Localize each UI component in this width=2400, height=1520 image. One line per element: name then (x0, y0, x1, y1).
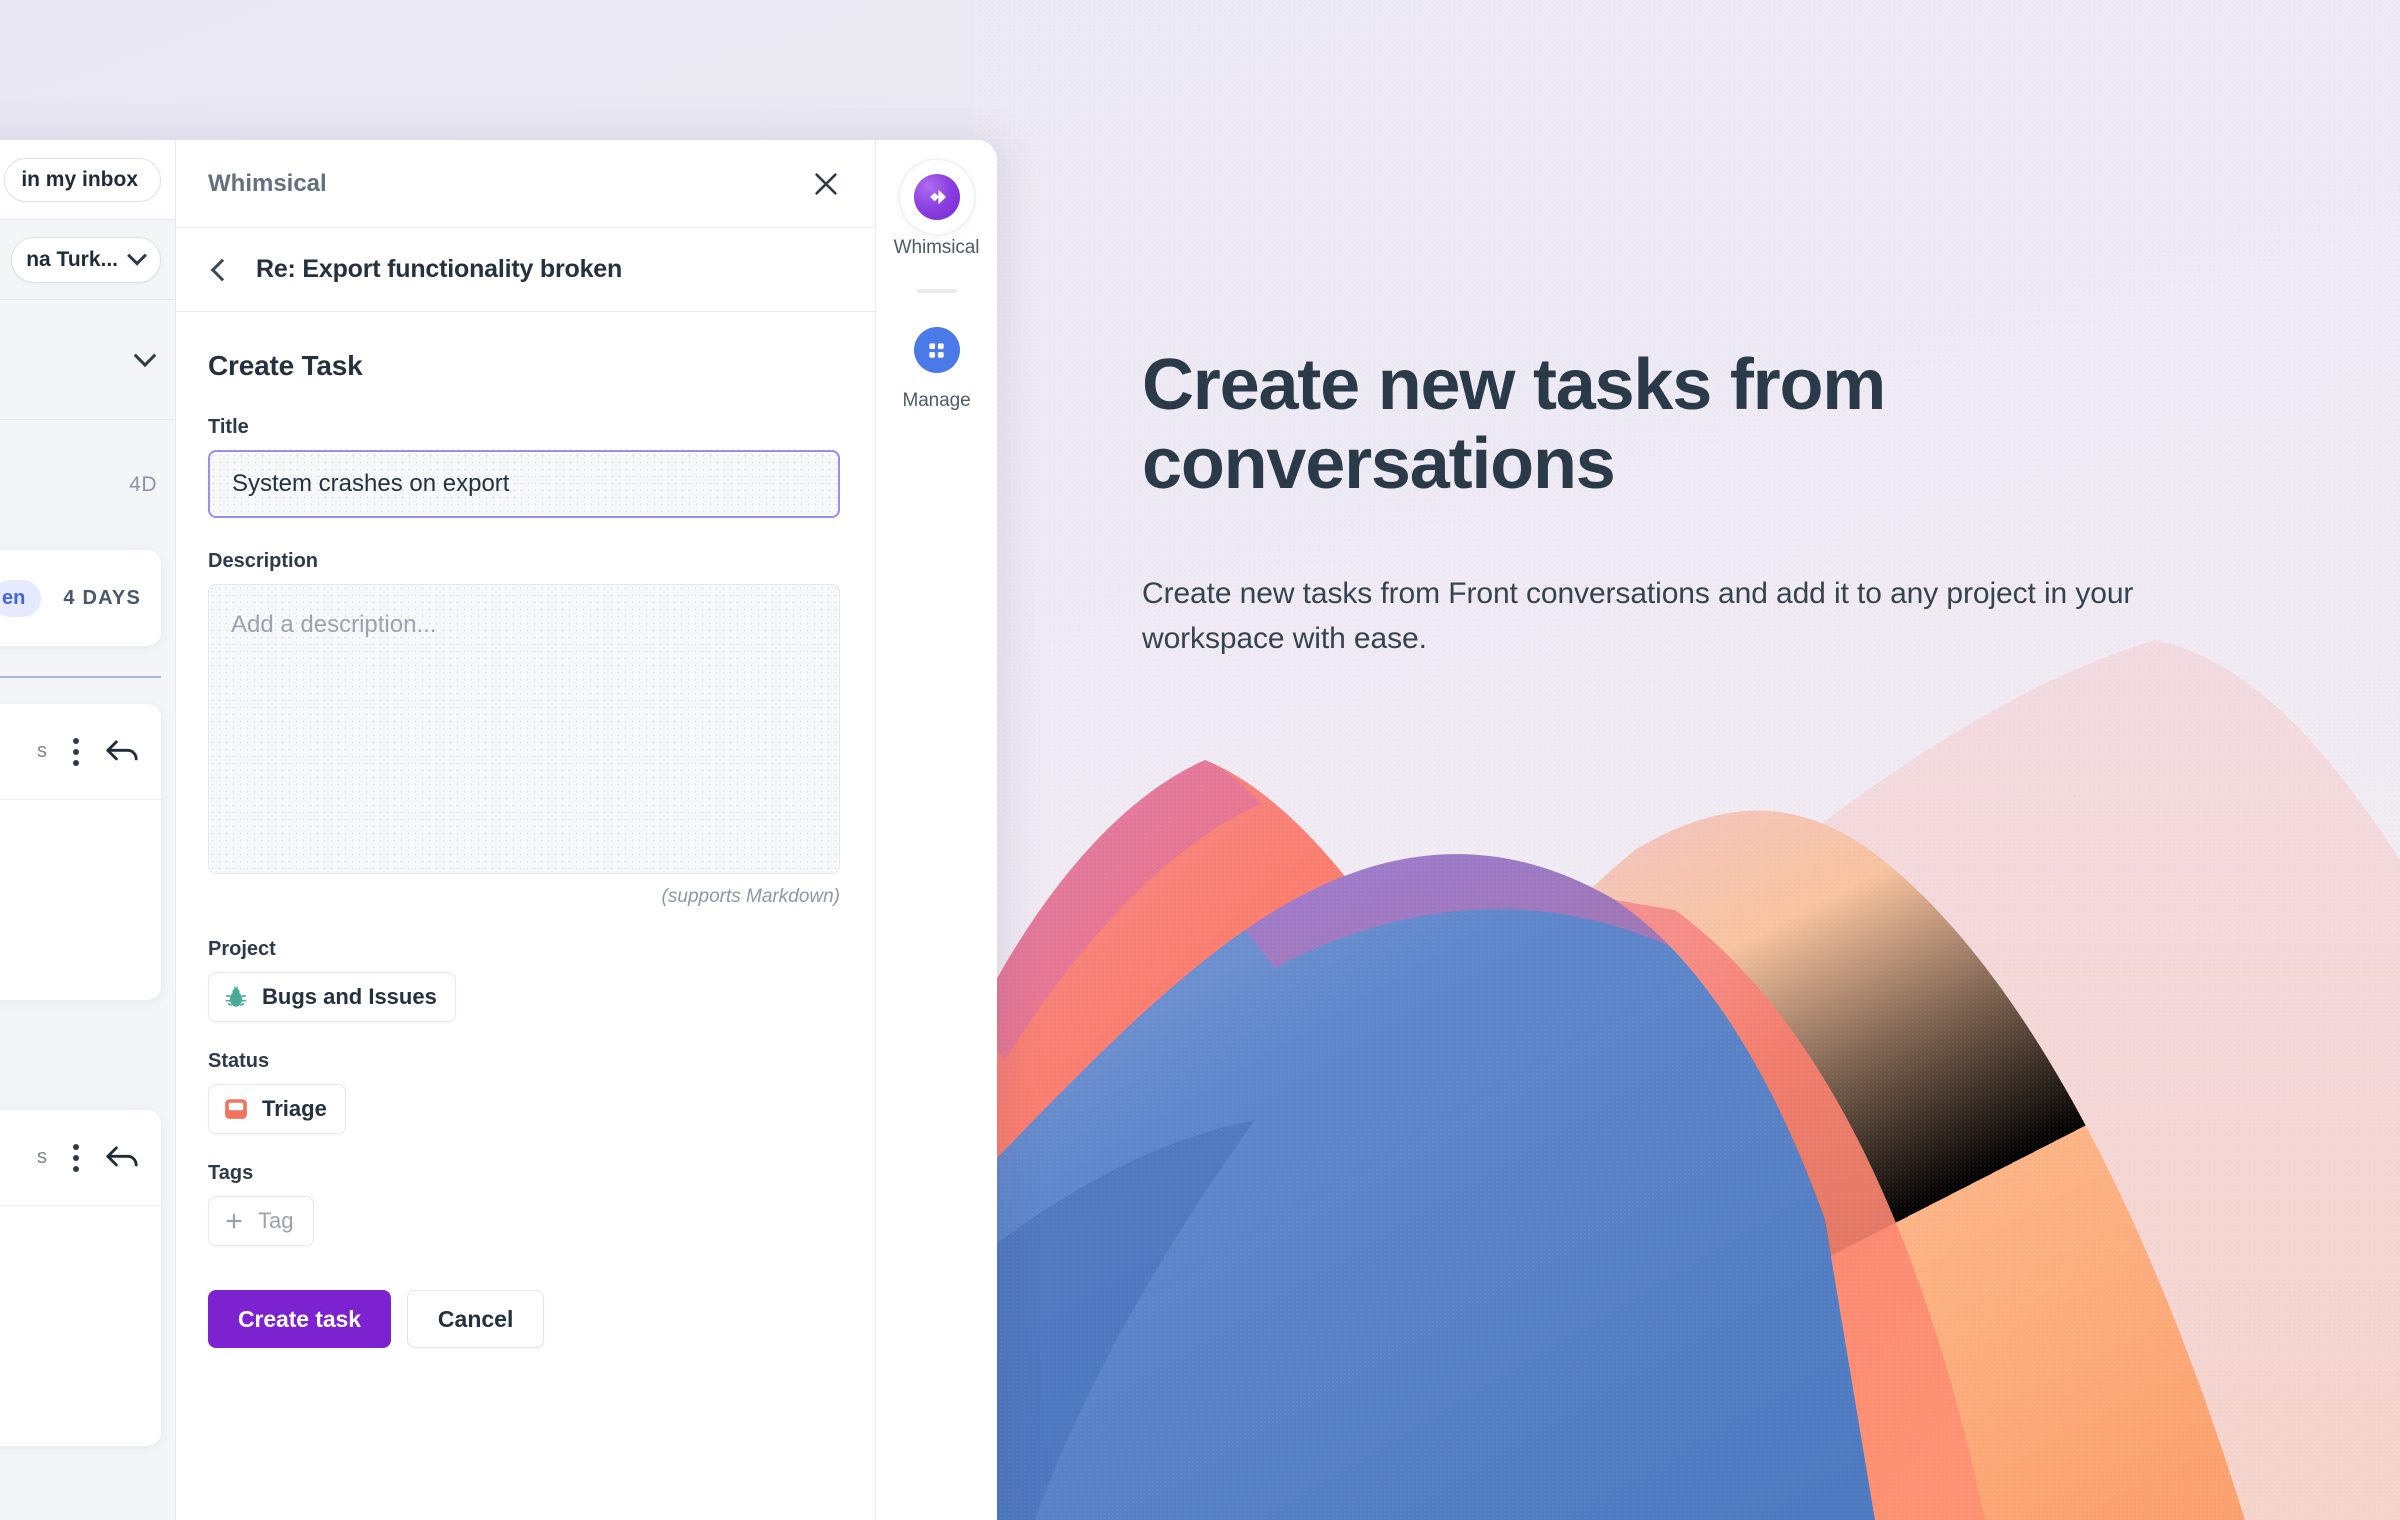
whimsical-plugin-panel: Whimsical Re: Export functionality broke… (175, 140, 875, 1520)
description-placeholder: Add a description... (231, 611, 437, 638)
front-subbar: na Turk... (0, 220, 175, 300)
plugin-app-name: Whimsical (208, 169, 327, 197)
plugin-app-rail: Whimsical Manage (875, 140, 997, 1520)
message-card-header: s (0, 704, 161, 800)
whimsical-diamond-icon (913, 174, 960, 220)
assignee-dropdown-label: na Turk... (26, 247, 118, 271)
markdown-hint: (supports Markdown) (661, 886, 840, 907)
grid-apps-icon (913, 327, 960, 373)
status-value: Triage (262, 1096, 327, 1121)
title-input[interactable]: System crashes on export (208, 450, 840, 518)
relative-time-label: 4D (129, 473, 157, 496)
plugin-subheader: Re: Export functionality broken (176, 228, 875, 312)
status-field-label: Status (208, 1050, 270, 1072)
cancel-button[interactable]: Cancel (406, 1290, 545, 1348)
unread-divider (0, 676, 161, 678)
conversation-subject: Re: Export functionality broken (256, 255, 623, 283)
kebab-menu-icon[interactable] (73, 737, 79, 766)
add-tag-button[interactable]: Tag (208, 1196, 315, 1246)
app-window: in my inbox na Turk... 4D en 4 DAYS s s … (0, 140, 997, 1520)
message-card-header: s (0, 1110, 161, 1206)
message-meta-label: s (37, 1146, 47, 1168)
page-title: Create new tasks from conversations (1142, 345, 1886, 505)
whimsical-icon-wrap (905, 166, 968, 228)
thread-age-row: 4D (0, 420, 175, 550)
plus-icon (223, 1210, 245, 1232)
description-input[interactable]: Add a description... (208, 584, 840, 874)
form-actions: Create task Cancel (208, 1290, 843, 1388)
title-input-value: System crashes on export (232, 470, 510, 497)
add-tag-label: Tag (258, 1208, 294, 1233)
close-icon[interactable] (803, 161, 849, 207)
tags-field-label: Tags (208, 1162, 254, 1184)
message-card[interactable]: s (0, 1110, 161, 1446)
chevron-left-icon[interactable] (208, 256, 236, 284)
hero-text-block: Create new tasks from conversations Crea… (1142, 345, 2182, 661)
project-value: Bugs and Issues (262, 984, 437, 1009)
thread-collapse-row[interactable] (0, 300, 175, 420)
assignee-dropdown[interactable]: na Turk... (11, 236, 161, 283)
inbox-tray-icon (223, 1096, 249, 1122)
title-field-label: Title (208, 416, 249, 438)
description-field-label: Description (208, 550, 319, 572)
create-task-form: Create Task Title System crashes on expo… (176, 312, 875, 1520)
status-selector[interactable]: Triage (208, 1084, 346, 1134)
project-field-group: Project Bugs and Issues (208, 938, 843, 1022)
chevron-down-icon (133, 343, 157, 367)
status-field-group: Status Triage (208, 1050, 843, 1134)
bug-icon (223, 984, 249, 1010)
reply-arrow-icon[interactable] (105, 739, 139, 765)
hero-background-artwork (975, 0, 2400, 1520)
reply-arrow-icon[interactable] (105, 1145, 139, 1171)
message-card[interactable]: s (0, 704, 161, 1000)
rail-item-label: Manage (902, 390, 971, 411)
inbox-filter-pill[interactable]: in my inbox (4, 157, 161, 202)
rail-divider (916, 289, 957, 293)
message-meta-label: s (37, 740, 47, 762)
chevron-down-icon (127, 245, 147, 266)
message-card-body (0, 1206, 161, 1446)
manage-icon-wrap (906, 319, 968, 381)
project-field-label: Project (208, 938, 276, 960)
plugin-titlebar: Whimsical (176, 140, 875, 228)
inbox-filter-label: in my inbox (21, 167, 138, 191)
tags-field-group: Tags Tag (208, 1162, 843, 1246)
message-card-body (0, 800, 161, 1000)
page-subtitle: Create new tasks from Front conversation… (1142, 577, 2134, 655)
status-badge: en (0, 579, 42, 617)
rail-item-manage[interactable]: Manage (876, 319, 997, 412)
create-task-button[interactable]: Create task (208, 1290, 391, 1348)
front-topbar: in my inbox (0, 140, 175, 220)
project-selector[interactable]: Bugs and Issues (208, 972, 456, 1022)
form-heading: Create Task (208, 350, 363, 381)
conversation-age-label: 4 DAYS (63, 586, 141, 609)
kebab-menu-icon[interactable] (73, 1143, 79, 1172)
conversation-card[interactable]: en 4 DAYS (0, 550, 161, 646)
rail-item-whimsical[interactable]: Whimsical (876, 166, 997, 259)
front-inbox-column: in my inbox na Turk... 4D en 4 DAYS s s (0, 140, 175, 1520)
rail-item-label: Whimsical (893, 237, 980, 258)
